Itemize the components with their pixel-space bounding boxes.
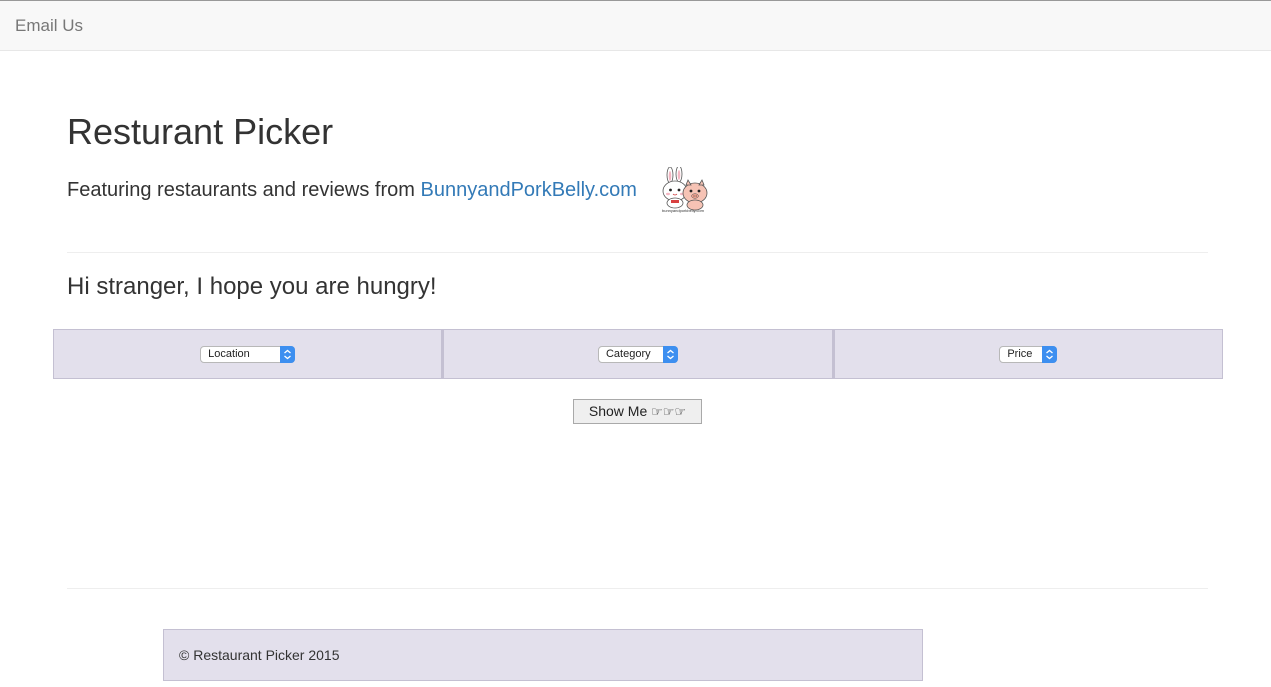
chevron-updown-icon xyxy=(1042,345,1058,363)
filter-row: Location Category Price xyxy=(53,329,1223,379)
subtitle-text: Featuring restaurants and reviews from xyxy=(67,179,421,201)
price-select[interactable]: Price xyxy=(999,345,1058,363)
show-me-label: Show Me xyxy=(588,403,652,419)
location-select[interactable]: Location xyxy=(200,345,296,363)
category-select[interactable]: Category xyxy=(597,345,678,363)
footer-panel: © Restaurant Picker 2015 xyxy=(163,629,923,681)
category-cell: Category xyxy=(442,329,833,379)
copyright-text: © Restaurant Picker 2015 xyxy=(179,647,340,663)
greeting-heading: Hi stranger, I hope you are hungry! xyxy=(67,273,437,300)
bunny-porkbelly-link[interactable]: BunnyandPorkBelly.com xyxy=(421,179,637,201)
logo-caption: bunnyandporkbelly.com xyxy=(662,208,704,213)
chevron-updown-icon xyxy=(662,345,678,363)
category-select-label: Category xyxy=(605,347,651,360)
footer-divider xyxy=(67,588,1208,589)
top-navbar: Email Us xyxy=(0,0,1271,51)
price-select-label: Price xyxy=(1007,347,1033,360)
show-me-button[interactable]: Show Me ☞☞☞ xyxy=(573,399,702,424)
location-select-label: Location xyxy=(208,347,250,360)
price-cell: Price xyxy=(832,329,1223,379)
page-subtitle: Featuring restaurants and reviews from B… xyxy=(67,177,637,203)
page-title: Resturant Picker xyxy=(67,111,334,152)
email-us-link[interactable]: Email Us xyxy=(15,16,83,36)
divider xyxy=(67,252,1208,253)
chevron-updown-icon xyxy=(280,345,296,363)
location-cell: Location xyxy=(53,329,443,379)
pointing-hand-icon: ☞☞☞ xyxy=(651,405,687,420)
